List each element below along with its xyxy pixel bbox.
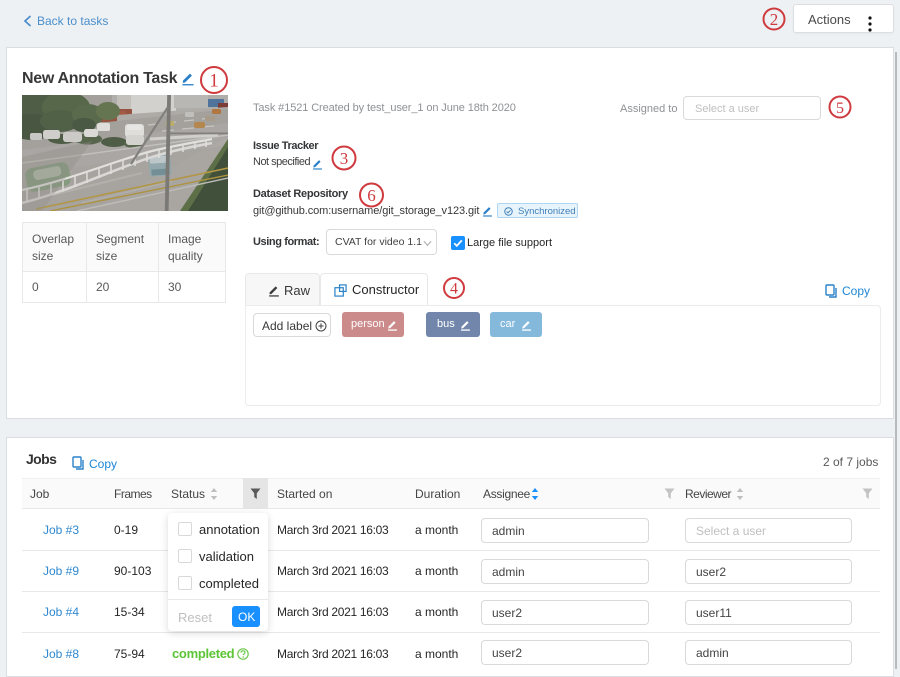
svg-text:2: 2 <box>770 10 779 29</box>
